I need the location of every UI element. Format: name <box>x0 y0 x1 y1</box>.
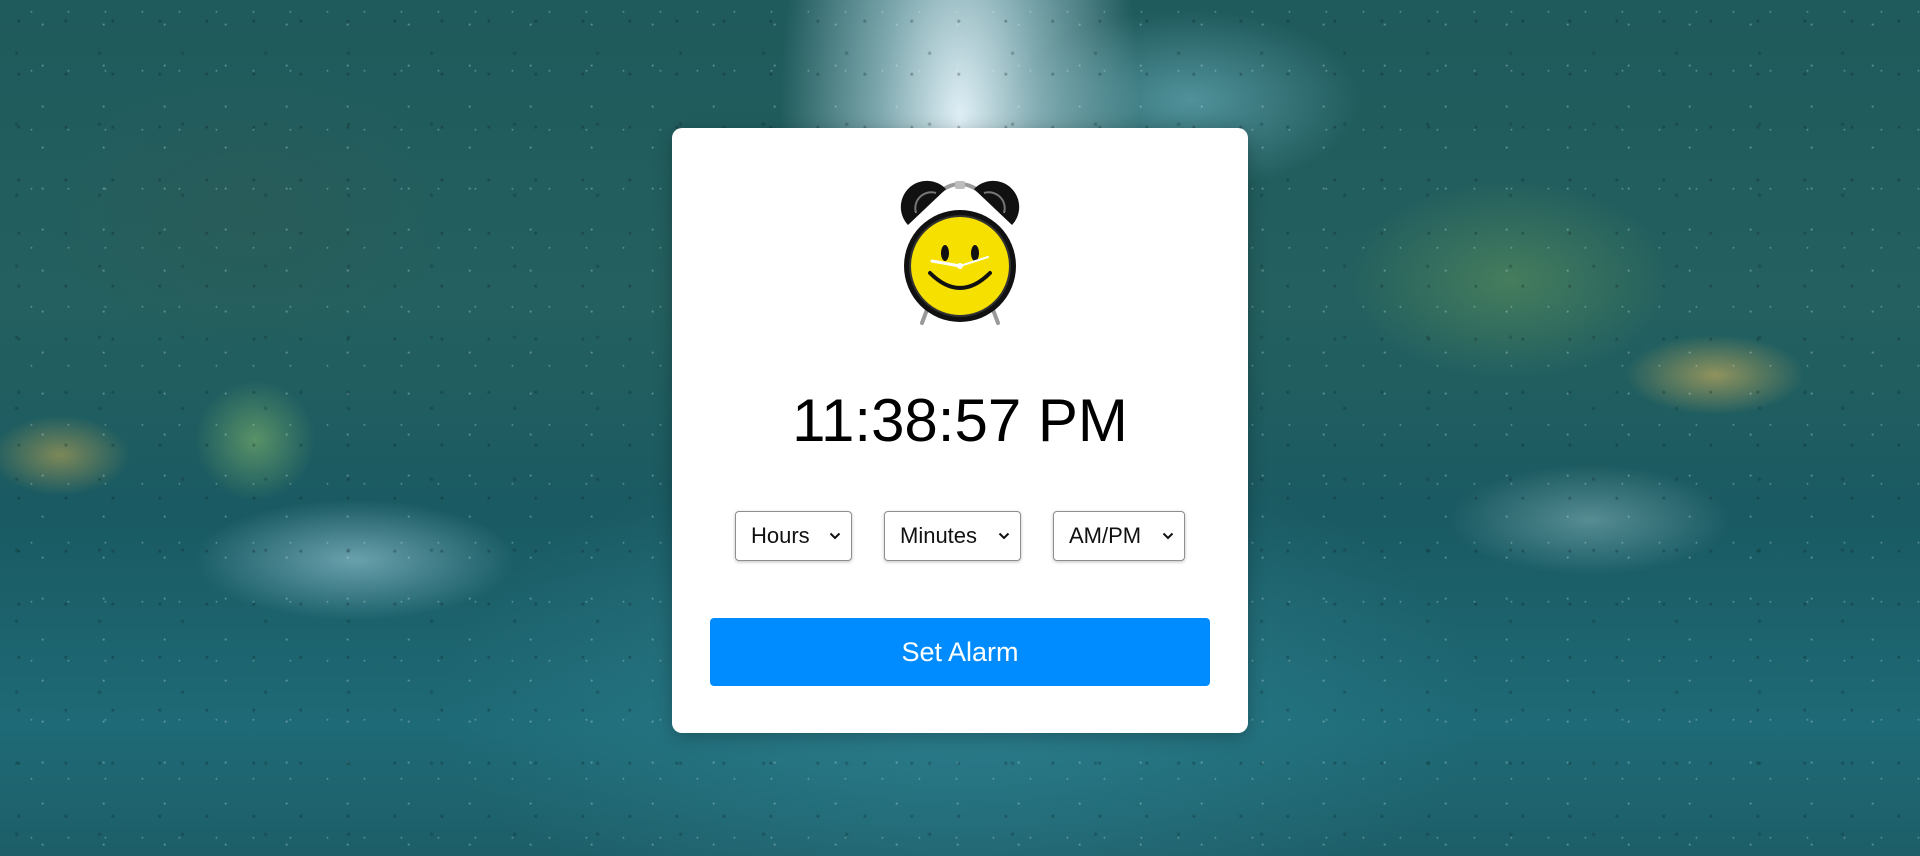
smiley-alarm-clock-icon <box>900 180 1020 325</box>
chevron-down-icon <box>998 532 1010 540</box>
hours-select-label: Hours <box>751 523 810 548</box>
minutes-select-label: Minutes <box>900 523 978 548</box>
ampm-select-label: AM/PM <box>1069 523 1142 548</box>
alarm-card: 11:38:57 PM Hours Minutes AM/PM Set Alar… <box>672 128 1248 733</box>
chevron-down-icon <box>829 532 841 540</box>
hours-select[interactable]: Hours <box>735 511 852 561</box>
minutes-select[interactable]: Minutes <box>884 511 1021 561</box>
current-time-display: 11:38:57 PM <box>792 387 1128 454</box>
ampm-select[interactable]: AM/PM <box>1053 511 1185 561</box>
chevron-down-icon <box>1162 532 1174 540</box>
set-alarm-button[interactable]: Set Alarm <box>710 618 1210 686</box>
